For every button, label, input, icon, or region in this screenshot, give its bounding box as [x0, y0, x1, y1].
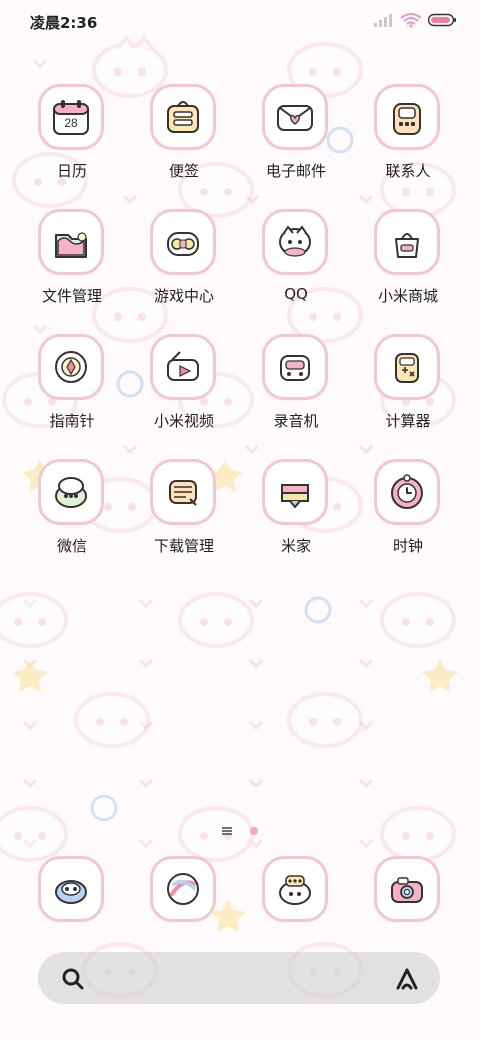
app-clock[interactable]: 时钟 [352, 459, 464, 579]
calendar-icon: 28 [38, 84, 104, 150]
search-icon[interactable] [60, 966, 86, 992]
app-mi-store[interactable]: 小米商城 [352, 209, 464, 329]
dock-messages[interactable] [240, 856, 352, 926]
battery-icon [428, 13, 456, 27]
mijia-icon [262, 459, 328, 525]
calculator-icon [374, 334, 440, 400]
compass-icon [38, 334, 104, 400]
app-label: 小米视频 [153, 412, 214, 430]
video-icon [150, 334, 216, 400]
app-label: 指南针 [49, 412, 95, 430]
app-label: QQ [284, 285, 308, 303]
app-calculator[interactable]: 计算器 [352, 334, 464, 454]
app-label: 日历 [56, 162, 87, 180]
wechat-icon [38, 459, 104, 525]
app-label: 录音机 [273, 412, 319, 430]
app-email[interactable]: 电子邮件 [240, 84, 352, 204]
notes-icon [150, 84, 216, 150]
status-time: 凌晨2:36 [30, 14, 98, 32]
app-mijia[interactable]: 米家 [240, 459, 352, 579]
dock-browser[interactable] [128, 856, 240, 926]
app-label: 米家 [280, 537, 311, 555]
folder-icon [38, 209, 104, 275]
app-file-manager[interactable]: 文件管理 [16, 209, 128, 329]
status-icons [374, 12, 456, 28]
app-calendar[interactable]: 28 日历 [16, 84, 128, 204]
app-game-center[interactable]: 游戏中心 [128, 209, 240, 329]
calendar-date-badge: 28 [64, 116, 78, 130]
shopping-bag-icon [374, 209, 440, 275]
contacts-icon [374, 84, 440, 150]
app-qq[interactable]: QQ [240, 209, 352, 329]
app-label: 计算器 [385, 412, 431, 430]
phone-icon [38, 856, 104, 922]
browser-icon [150, 856, 216, 922]
app-mi-video[interactable]: 小米视频 [128, 334, 240, 454]
download-icon [150, 459, 216, 525]
clock-icon [374, 459, 440, 525]
email-icon [262, 84, 328, 150]
dock-camera[interactable] [352, 856, 464, 926]
app-label: 联系人 [385, 162, 431, 180]
messages-icon [262, 856, 328, 922]
app-label: 便签 [168, 162, 199, 180]
app-wechat[interactable]: 微信 [16, 459, 128, 579]
app-label: 微信 [56, 537, 87, 555]
app-compass[interactable]: 指南针 [16, 334, 128, 454]
camera-icon [374, 856, 440, 922]
page-indicator[interactable] [214, 824, 274, 838]
wifi-icon [400, 12, 422, 28]
signal-icon [374, 14, 392, 27]
qq-icon [262, 209, 328, 275]
app-contacts[interactable]: 联系人 [352, 84, 464, 204]
dock-phone[interactable] [16, 856, 128, 926]
gamepad-icon [150, 209, 216, 275]
app-recorder[interactable]: 录音机 [240, 334, 352, 454]
app-label: 下载管理 [153, 537, 214, 555]
recorder-icon [262, 334, 328, 400]
search-bar[interactable] [38, 952, 440, 1004]
app-notes[interactable]: 便签 [128, 84, 240, 204]
status-bar: 凌晨2:36 [0, 0, 480, 44]
app-label: 小米商城 [377, 287, 438, 305]
app-label: 时钟 [392, 537, 423, 555]
app-label: 游戏中心 [153, 287, 214, 305]
app-label: 电子邮件 [265, 162, 326, 180]
app-download-manager[interactable]: 下载管理 [128, 459, 240, 579]
app-label: 文件管理 [41, 287, 102, 305]
assistant-icon[interactable] [392, 964, 422, 994]
dock [16, 856, 464, 926]
